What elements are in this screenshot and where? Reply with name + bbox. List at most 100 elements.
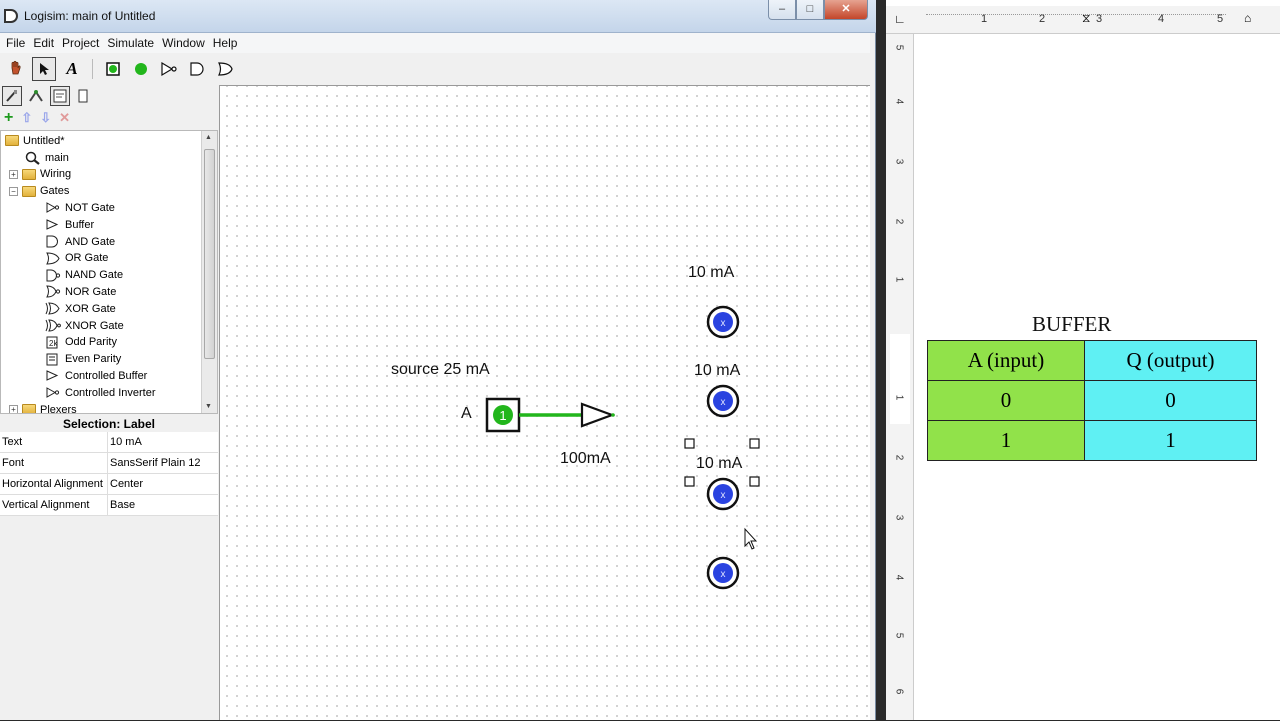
menu-simulate[interactable]: Simulate <box>103 36 158 50</box>
led-2[interactable]: x <box>706 384 740 418</box>
tree-item[interactable]: Controlled Buffer <box>45 367 147 384</box>
move-down-arrow-icon[interactable]: ⇩ <box>40 110 51 126</box>
tree-root[interactable]: Untitled* <box>5 132 65 149</box>
tree-item[interactable]: NAND Gate <box>45 267 123 284</box>
input-pin-icon[interactable] <box>101 57 125 81</box>
title-bar[interactable]: Logisim: main of Untitled – □ ✕ <box>0 0 876 33</box>
folder-icon <box>5 135 19 146</box>
vertical-ruler[interactable]: 5 4 3 2 1 1 2 3 4 5 6 <box>886 34 914 720</box>
truth-table[interactable]: A (input) Q (output) 0 0 1 1 <box>927 340 1257 461</box>
delete-circuit-x-icon[interactable]: ✕ <box>59 110 70 126</box>
tree-item[interactable]: Buffer <box>45 216 94 233</box>
tree-item[interactable]: Controlled Inverter <box>45 384 156 401</box>
simulation-tree-icon[interactable] <box>26 86 46 106</box>
attribute-value[interactable]: Base <box>108 495 218 515</box>
table-title[interactable]: BUFFER <box>1032 312 1111 337</box>
tree-item[interactable]: + Plexers <box>9 401 77 413</box>
document-page[interactable]: BUFFER A (input) Q (output) 0 0 1 1 <box>914 34 1280 720</box>
scroll-up-arrow-icon[interactable]: ▲ <box>205 134 212 141</box>
toolbox-view-icon[interactable] <box>2 86 22 106</box>
buffer-gate[interactable] <box>580 402 616 428</box>
cell-output[interactable]: 0 <box>1084 380 1257 421</box>
not-gate-tool-icon[interactable] <box>157 57 181 81</box>
led-1[interactable]: x <box>706 305 740 339</box>
poke-tool-hand-icon[interactable] <box>4 57 28 81</box>
move-up-arrow-icon[interactable]: ⇧ <box>21 110 32 126</box>
led-4[interactable]: x <box>706 556 740 590</box>
header-output[interactable]: Q (output) <box>1084 340 1257 381</box>
ruler-number: 1 <box>893 394 905 401</box>
tree-item[interactable]: AND Gate <box>45 233 115 250</box>
tree-item[interactable]: NOT Gate <box>45 199 115 216</box>
right-indent-marker-icon[interactable]: ⌂ <box>1244 11 1251 25</box>
attribute-row[interactable]: Horizontal Alignment Center <box>0 474 218 495</box>
menu-window[interactable]: Window <box>158 36 209 50</box>
attribute-value[interactable]: Center <box>108 474 218 494</box>
tree-item[interactable]: 2k Odd Parity <box>45 334 117 351</box>
logisim-app-icon <box>4 9 18 23</box>
circuit-canvas[interactable]: source 25 mA A 100mA 10 mA 10 mA 10 mA 1 <box>219 85 870 720</box>
attribute-value[interactable]: SansSerif Plain 12 <box>108 453 218 473</box>
tree-item-label: main <box>45 151 69 164</box>
maximize-button[interactable]: □ <box>796 0 824 20</box>
menu-project[interactable]: Project <box>58 36 103 50</box>
table-row: 0 0 <box>927 380 1257 421</box>
or-gate-tool-icon[interactable] <box>213 57 237 81</box>
project-toolbar: + ⇧ ⇩ ✕ <box>0 108 218 128</box>
explorer-scrollbar[interactable]: ▲ ▼ <box>201 131 217 413</box>
input-pin-value: 1 <box>499 408 506 423</box>
attribute-row[interactable]: Text 10 mA <box>0 432 218 453</box>
expander-toggle-icon[interactable]: + <box>9 169 18 179</box>
tab-stop-icon[interactable]: ∟ <box>894 12 906 26</box>
and-gate-tool-icon[interactable] <box>185 57 209 81</box>
tree-item[interactable]: OR Gate <box>45 250 108 267</box>
attribute-table: Selection: Label Text 10 mA Font SansSer… <box>0 416 218 720</box>
tree-item[interactable]: main <box>25 149 69 166</box>
menu-edit[interactable]: Edit <box>29 36 58 50</box>
attribute-row[interactable]: Font SansSerif Plain 12 <box>0 453 218 474</box>
led-value: x <box>721 318 726 329</box>
main-toolbar: A <box>0 55 870 83</box>
ruler-number: 5 <box>1217 13 1224 25</box>
tree-item-label: Gates <box>40 185 70 198</box>
expander-toggle-icon[interactable]: − <box>9 186 18 196</box>
indent-marker-icon[interactable]: ⧖ <box>1082 11 1090 26</box>
expander-toggle-icon[interactable]: + <box>9 405 18 413</box>
select-tool-arrow-icon[interactable] <box>32 57 56 81</box>
nand-gate-icon <box>46 269 61 282</box>
add-circuit-plus-icon[interactable]: + <box>4 109 13 127</box>
tree-item[interactable]: XOR Gate <box>45 300 116 317</box>
tree-item[interactable]: XNOR Gate <box>45 317 124 334</box>
menu-file[interactable]: File <box>2 36 29 50</box>
scroll-down-arrow-icon[interactable]: ▼ <box>205 403 212 410</box>
ruler-number: 2 <box>893 454 905 461</box>
tree-item[interactable]: NOR Gate <box>45 283 116 300</box>
tree-item[interactable]: − Gates <box>9 183 69 200</box>
ruler-dots <box>926 14 1226 26</box>
ruler-number: 2 <box>1039 13 1046 25</box>
header-input[interactable]: A (input) <box>927 340 1085 381</box>
output-pin-icon[interactable] <box>129 57 153 81</box>
layout-view-icon[interactable] <box>50 86 70 106</box>
minimize-button[interactable]: – <box>768 0 796 20</box>
appearance-view-icon[interactable] <box>74 86 92 106</box>
scrollbar-thumb[interactable] <box>204 149 215 359</box>
ruler-margin-indicator <box>890 334 910 424</box>
cell-input[interactable]: 0 <box>927 380 1085 421</box>
mouse-cursor-icon <box>744 527 758 550</box>
tree-item[interactable]: + Wiring <box>9 166 71 183</box>
horizontal-ruler[interactable]: ∟ 1 2 ⧖ 3 4 5 ⌂ <box>886 6 1280 34</box>
ruler-number: 1 <box>893 276 905 283</box>
close-button[interactable]: ✕ <box>824 0 868 20</box>
cell-input[interactable]: 1 <box>927 420 1085 461</box>
led-3[interactable]: x <box>706 477 740 511</box>
menu-help[interactable]: Help <box>209 36 242 50</box>
cell-output[interactable]: 1 <box>1084 420 1257 461</box>
text-tool-icon[interactable]: A <box>60 57 84 81</box>
tree-item[interactable]: Even Parity <box>45 351 121 368</box>
attribute-row[interactable]: Vertical Alignment Base <box>0 495 218 516</box>
input-pin[interactable]: 1 <box>485 397 521 433</box>
logisim-window: Logisim: main of Untitled – □ ✕ File Edi… <box>0 0 876 720</box>
attribute-value[interactable]: 10 mA <box>108 432 218 452</box>
ruler-number: 4 <box>893 98 905 105</box>
